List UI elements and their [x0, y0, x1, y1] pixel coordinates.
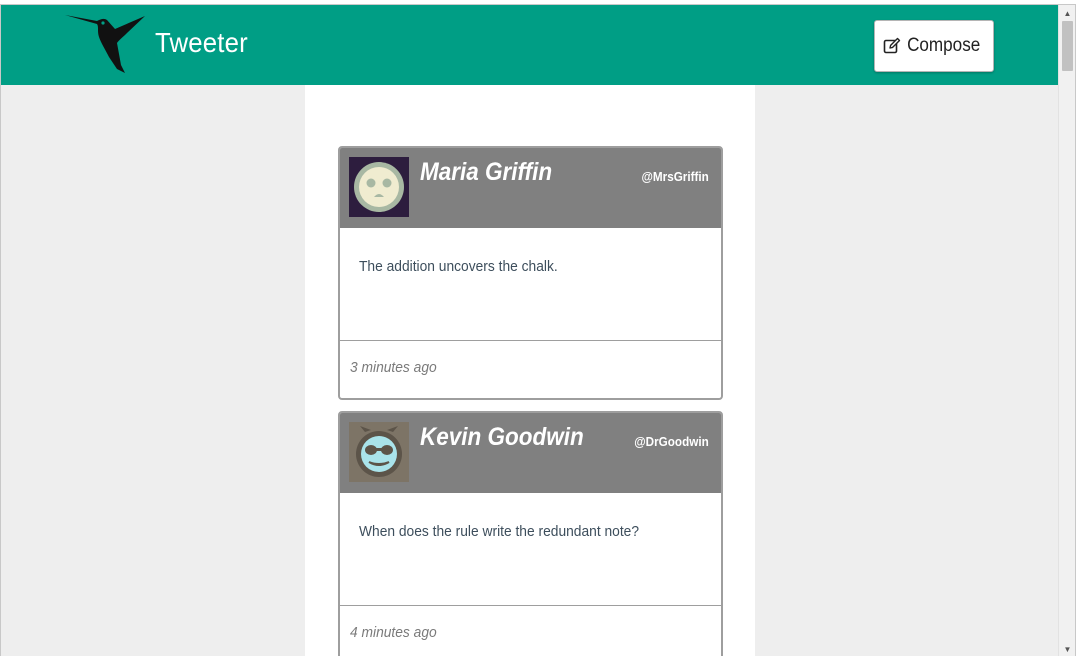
compose-label: Compose — [907, 35, 981, 56]
tweet-timestamp: 3 minutes ago — [350, 359, 437, 376]
tweet-footer: 4 minutes ago — [340, 605, 721, 656]
hummingbird-icon — [65, 15, 145, 73]
tweet-footer: 3 minutes ago — [340, 340, 721, 398]
user-handle: @MrsGriffin — [641, 169, 709, 184]
tweet-timestamp: 4 minutes ago — [350, 624, 437, 641]
brand-title: Tweeter — [155, 27, 248, 58]
vertical-scrollbar[interactable]: ▲ ▼ — [1058, 5, 1075, 656]
scroll-down-icon[interactable]: ▼ — [1059, 641, 1075, 656]
avatar-goggles-icon — [349, 422, 409, 482]
compose-button[interactable]: Compose — [874, 20, 994, 72]
user-name: Kevin Goodwin — [420, 423, 584, 451]
tweet-card: Kevin Goodwin @DrGoodwin When does the r… — [338, 411, 723, 656]
tweet-header: Maria Griffin @MrsGriffin — [340, 148, 721, 228]
tweet-content: When does the rule write the redundant n… — [359, 523, 640, 540]
navbar: Tweeter Compose — [1, 5, 1058, 85]
browser-viewport: Tweeter Compose Maria Griffin @MrsGriffi… — [0, 4, 1076, 656]
tweet-feed: Maria Griffin @MrsGriffin The addition u… — [305, 85, 755, 656]
tweet-header: Kevin Goodwin @DrGoodwin — [340, 413, 721, 493]
user-handle: @DrGoodwin — [634, 434, 709, 449]
scroll-thumb[interactable] — [1062, 21, 1073, 71]
tweet-card: Maria Griffin @MrsGriffin The addition u… — [338, 146, 723, 400]
tweet-content: The addition uncovers the chalk. — [359, 258, 558, 275]
scroll-up-icon[interactable]: ▲ — [1059, 5, 1075, 21]
edit-icon — [884, 37, 901, 54]
avatar-face-icon — [349, 157, 409, 217]
user-name: Maria Griffin — [420, 158, 553, 186]
